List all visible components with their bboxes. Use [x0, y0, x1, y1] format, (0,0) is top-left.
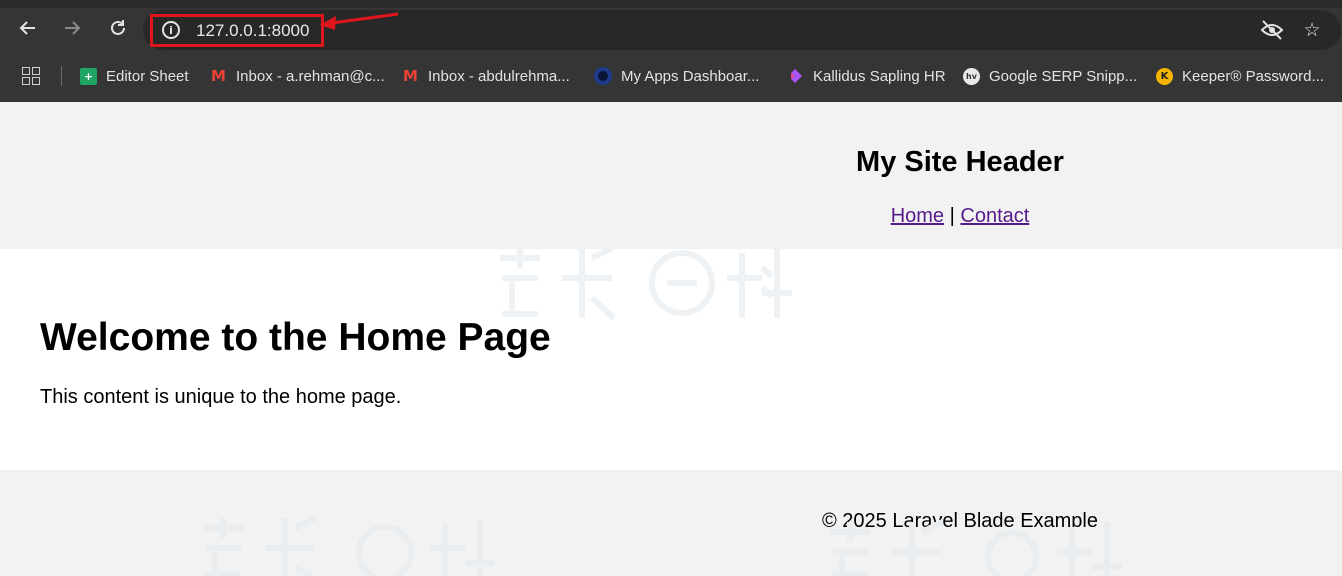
url-highlight-box — [150, 14, 324, 47]
apps-dashboard-icon — [594, 67, 612, 85]
bookmark-label: Inbox - abdulrehma... — [428, 67, 570, 85]
reload-button[interactable] — [104, 14, 132, 42]
bookmark-label: My Apps Dashboar... — [621, 67, 760, 85]
bookmark-inbox-1[interactable]: M Inbox - a.rehman@c... — [210, 62, 385, 90]
site-header-title: My Site Header — [856, 146, 1064, 178]
kallidus-icon — [787, 68, 804, 85]
bookmark-label: Keeper® Password... — [1182, 67, 1324, 85]
page-body-text: This content is unique to the home page. — [40, 386, 402, 408]
reload-icon — [111, 20, 125, 35]
bookmark-google-serp[interactable]: hv Google SERP Snipp... — [963, 62, 1137, 90]
page-title: Welcome to the Home Page — [40, 316, 551, 359]
site-nav: Home | Contact — [840, 205, 1080, 228]
keeper-icon: K — [1156, 67, 1173, 85]
bookmark-editor-sheet[interactable]: + Editor Sheet — [80, 62, 189, 90]
bookmark-keeper[interactable]: K Keeper® Password... — [1156, 62, 1324, 90]
bookmark-inbox-2[interactable]: M Inbox - abdulrehma... — [402, 62, 570, 90]
nav-link-home[interactable]: Home — [891, 205, 944, 227]
bookmark-star-button[interactable]: ☆ — [1300, 18, 1324, 42]
bookmarks-separator — [61, 66, 62, 86]
site-header — [0, 102, 1342, 249]
bookmark-kallidus[interactable]: Kallidus Sapling HR — [787, 62, 946, 90]
footer-copyright: © 2025 Laravel Blade Example — [821, 510, 1098, 532]
annotation-arrow-icon — [320, 12, 399, 30]
nav-separator: | — [949, 205, 955, 227]
apps-grid-icon[interactable] — [22, 67, 40, 85]
back-button[interactable] — [14, 14, 42, 42]
tab-strip-edge — [0, 0, 1342, 8]
arrow-right-icon — [65, 21, 81, 35]
serp-snippet-icon: hv — [963, 67, 980, 85]
bookmark-label: Inbox - a.rehman@c... — [236, 67, 385, 85]
bookmark-label: Google SERP Snipp... — [989, 67, 1138, 85]
bookmark-label: Kallidus Sapling HR — [813, 67, 946, 85]
bookmark-label: Editor Sheet — [106, 67, 189, 85]
arrow-left-icon — [19, 21, 35, 35]
nav-link-contact[interactable]: Contact — [960, 205, 1029, 227]
gmail-icon: M — [211, 67, 226, 85]
forward-button[interactable] — [58, 14, 86, 42]
star-icon: ☆ — [1303, 19, 1321, 41]
bookmark-my-apps[interactable]: My Apps Dashboar... — [594, 62, 759, 90]
eye-off-icon — [1260, 20, 1284, 40]
gmail-icon: M — [403, 67, 418, 85]
google-sheets-icon: + — [80, 67, 97, 85]
tracking-protection-button[interactable] — [1260, 18, 1284, 42]
